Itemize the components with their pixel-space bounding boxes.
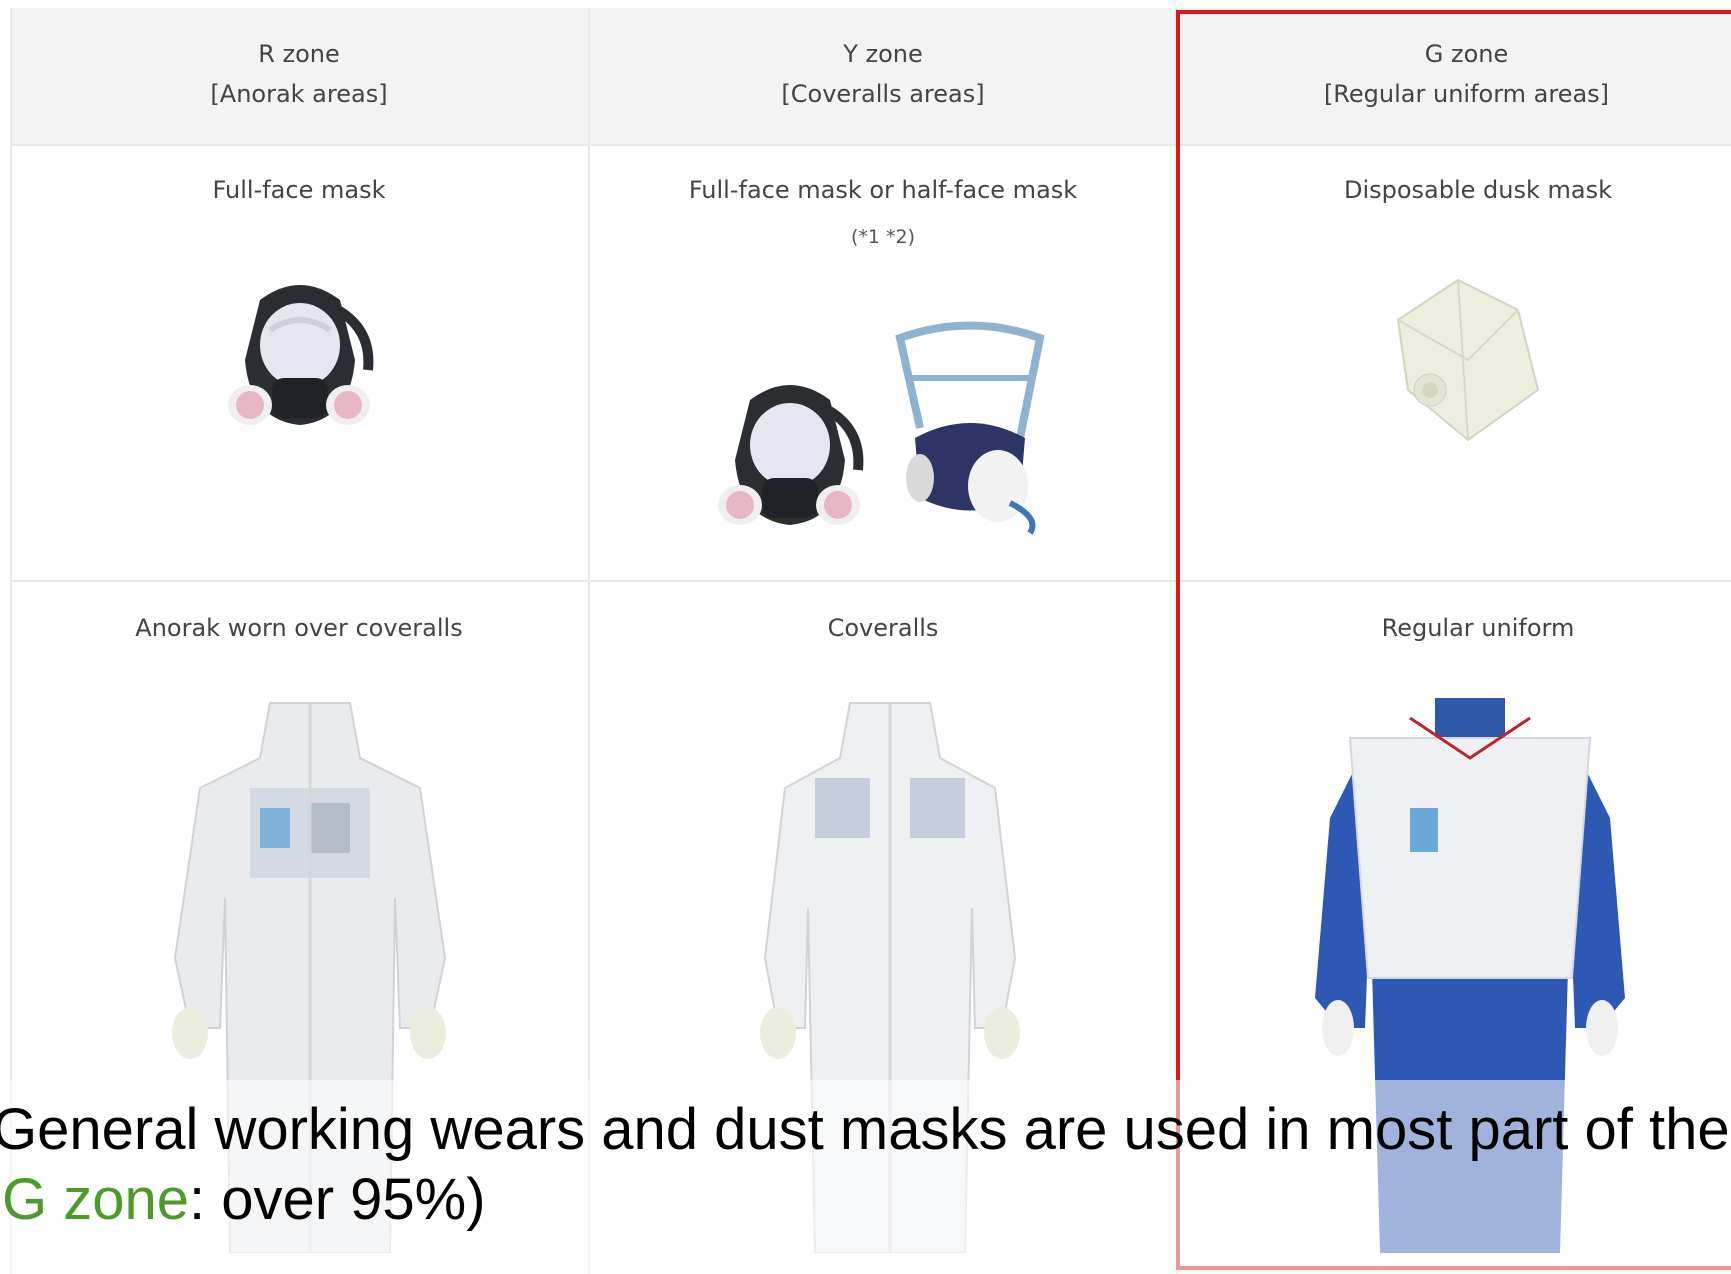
full-face-mask-image [718,385,864,525]
y-zone-mask-label: Full-face mask or half-face mask [688,176,1078,204]
caption-percent: : over 95%) [189,1167,486,1232]
y-zone-mask-note: (*1 *2) [850,226,916,248]
caption-line-1: General working wears and dust masks are… [0,1097,1731,1162]
r-zone-area: [Anorak areas] [210,80,388,108]
y-zone-wear-label: Coveralls [827,614,939,642]
caption-line-2: G zone: over 95%) [2,1166,486,1233]
y-zone-area: [Coveralls areas] [781,80,985,108]
caption-g-zone: G zone [2,1167,189,1232]
header-r-zone: R zone [Anorak areas] [10,8,588,144]
r-zone-title: R zone [258,40,340,68]
r-zone-mask-label: Full-face mask [212,176,386,204]
half-face-mask-image [895,321,1045,535]
r-zone-wear-label: Anorak worn over coveralls [135,614,463,642]
y-zone-title: Y zone [843,40,923,68]
header-y-zone: Y zone [Coveralls areas] [590,8,1176,144]
full-face-mask-image [228,285,374,425]
